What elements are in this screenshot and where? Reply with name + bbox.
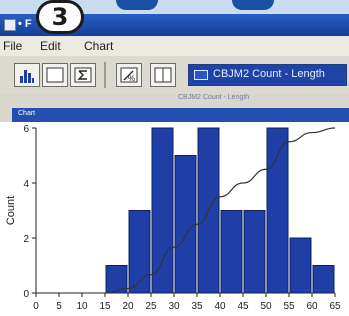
menu-edit[interactable]: Edit [40,39,61,53]
x-tick-label: 25 [145,301,157,312]
histogram-bar [151,127,174,294]
window-menu-icon[interactable] [4,19,16,31]
split-view-button[interactable] [150,63,176,87]
histogram-bar [174,155,197,294]
y-axis-label: Count [5,196,17,225]
x-tick-label: 30 [168,301,180,312]
window-title: • F [18,18,32,30]
statistics-button[interactable] [70,63,96,87]
chart-caption: CBJM2 Count - Length [178,94,250,101]
table-button[interactable] [42,63,68,87]
toolbar: % CBJM2 Count - Length [0,56,349,94]
svg-text:%: % [128,74,135,83]
y-tick-label: 6 [23,124,29,135]
series-color-swatch [194,70,208,80]
percent-icon: % [120,67,138,83]
chart-panel-header[interactable]: Chart [12,108,349,122]
chart-area: 0 2 4 6 0 5 10 15 20 25 30 35 40 45 50 55 60 65 Count [0,122,349,316]
y-tick-label: 0 [23,289,29,300]
histogram-bar [243,210,266,294]
sigma-icon [74,67,92,83]
app-frame: • F 3 File Edit Chart % CBJM2 Count - Le… [0,0,349,316]
x-tick-label: 35 [191,301,203,312]
step-number-badge: 3 [36,0,84,34]
x-tick-label: 65 [329,301,341,312]
x-tick-label: 40 [214,301,226,312]
histogram-bar [220,210,243,294]
histogram-bar [312,265,335,294]
histogram-button[interactable] [14,63,40,87]
menu-file[interactable]: File [3,39,22,53]
x-tick-label: 10 [76,301,88,312]
menu-chart[interactable]: Chart [84,39,113,53]
split-icon [154,67,172,83]
table-icon [46,67,64,83]
histogram-bar [266,127,289,294]
series-selector[interactable]: CBJM2 Count - Length [188,64,347,86]
y-tick-label: 4 [23,179,29,190]
x-tick-label: 60 [306,301,318,312]
percent-button[interactable]: % [116,63,142,87]
chart-panel-title: Chart [18,110,36,117]
x-tick-label: 50 [260,301,272,312]
menu-bar: File Edit Chart [0,36,349,56]
x-tick-label: 45 [237,301,249,312]
x-tick-label: 20 [122,301,134,312]
y-tick-label: 2 [23,234,29,245]
histogram-bar [289,237,312,294]
x-tick-label: 15 [99,301,111,312]
histogram-chart: 02460 5 10 15 20 25 30 35 40 45 50 55 60 65Count [5,124,341,312]
histogram-icon [20,70,34,83]
x-tick-label: 5 [56,301,62,312]
series-selector-label: CBJM2 Count - Length [213,68,325,80]
x-tick-label: 55 [283,301,295,312]
toolbar-separator [104,62,106,88]
x-tick-label: 0 [33,301,39,312]
